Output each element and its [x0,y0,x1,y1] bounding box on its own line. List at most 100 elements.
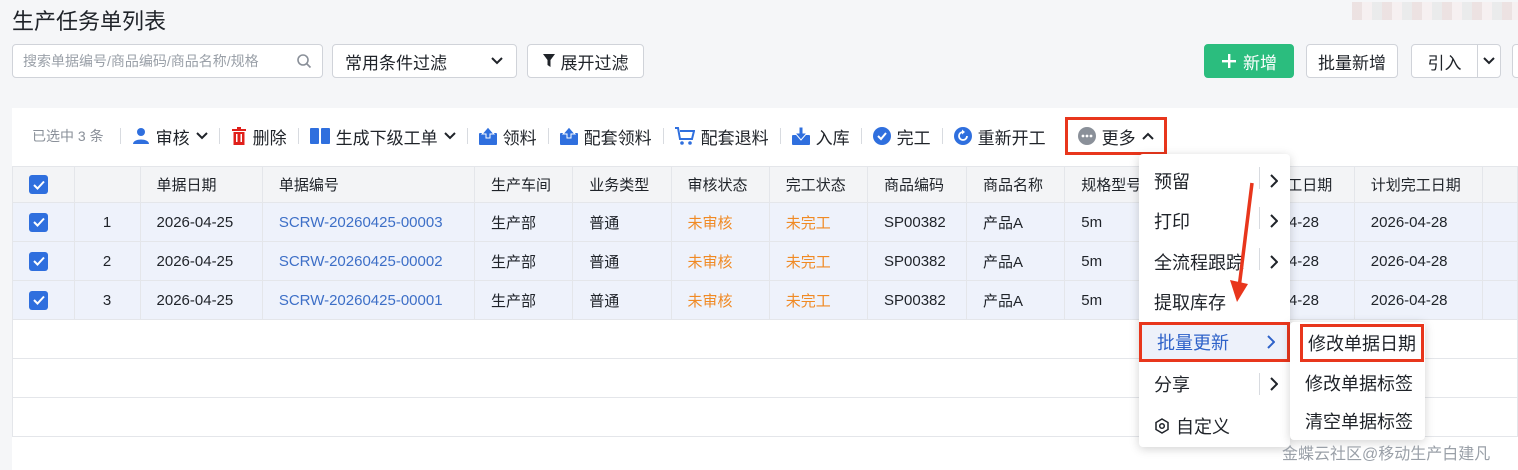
cell-date: 2026-04-25 [139,202,263,242]
import-button[interactable]: 引入 [1411,44,1478,78]
menu-item-print[interactable]: 打印 [1139,201,1290,241]
cell-workshop: 生产部 [473,241,574,281]
delete-label: 删除 [252,128,287,148]
menu-item-trace[interactable]: 全流程跟踪 [1139,242,1290,282]
column-header[interactable]: 单据编号 [261,166,476,203]
menu-item-share[interactable]: 分享 [1139,364,1290,404]
trash-icon [231,127,247,145]
cell-code-link[interactable]: SCRW-20260425-00001 [261,280,476,320]
batch-toolbar: 已选中 3 条 审核 删除 生成下级工单 领料 配套领料 配套退料 入库 完工 … [12,117,1518,155]
column-header[interactable]: 生产车间 [473,166,574,203]
column-header[interactable]: 计划完工日期 [1353,166,1484,203]
cell-audit-status: 未审核 [670,280,770,320]
cell-code-link[interactable]: SCRW-20260425-00002 [261,241,476,281]
import-dropdown-button[interactable] [1477,44,1501,78]
cell-biz-type: 普通 [572,280,672,320]
cell-name: 产品A [966,202,1066,242]
expand-filter-label: 展开过滤 [560,53,629,73]
annotation-arrow-icon [1230,182,1254,302]
preset-filter-select[interactable]: 常用条件过滤 [332,44,517,78]
more-button[interactable]: 更多 [1064,117,1167,155]
add-button[interactable]: 新增 [1204,44,1294,78]
cell-end: 2026-04-28 [1353,202,1484,242]
row-checkbox[interactable] [29,290,48,310]
menu-item-extract-stock[interactable]: 提取库存 [1139,282,1290,322]
table-row[interactable]: 1 2026-04-25 SCRW-20260425-00003 生产部 普通 … [12,202,1518,242]
selected-count: 已选中 3 条 [32,128,104,144]
complete-button[interactable]: 完工 [862,121,942,151]
cell-end: 2026-04-28 [1353,280,1484,320]
batch-add-button[interactable]: 批量新增 [1306,44,1398,78]
ellipsis-circle-icon [1077,127,1096,145]
row-checkbox[interactable] [29,251,48,271]
column-header[interactable]: 商品编码 [866,166,968,203]
chevron-right-icon [1270,377,1278,391]
select-all-checkbox[interactable] [29,175,48,194]
menu-item-customize[interactable]: 自定义 [1139,406,1290,446]
table-row[interactable]: 2 2026-04-25 SCRW-20260425-00002 生产部 普通 … [12,241,1518,281]
download-box-icon [791,127,810,145]
row-checkbox[interactable] [29,212,48,232]
cell-done-status: 未完工 [768,241,869,281]
restart-button[interactable]: 重新开工 [943,121,1057,151]
cell-date: 2026-04-25 [139,280,263,320]
cell-done-status: 未完工 [768,202,869,242]
generate-workorder-button[interactable]: 生成下级工单 [299,121,467,151]
blurred-user-info [1352,2,1518,20]
audit-button[interactable]: 审核 [121,121,219,151]
delete-button[interactable]: 删除 [220,121,298,151]
submenu-item-edit-tag[interactable]: 修改单据标签 [1290,364,1425,402]
kit-pick-button[interactable]: 配套领料 [549,121,663,151]
select-all-cell [12,166,75,203]
cell-name: 产品A [966,280,1066,320]
column-header[interactable]: 单据日期 [139,166,263,203]
kit-pick-label: 配套领料 [583,128,652,148]
overflow-button[interactable] [1512,44,1518,78]
menu-item-label: 提取库存 [1154,293,1226,313]
user-icon [132,127,150,145]
column-header[interactable]: 审核状态 [670,166,770,203]
stock-in-label: 入库 [815,128,850,148]
page-title: 生产任务单列表 [12,9,167,34]
search-input[interactable]: 搜索单据编号/商品编码/商品名称/规格 [12,44,323,78]
cell-workshop: 生产部 [473,202,574,242]
chevron-right-icon [1270,174,1278,188]
index-header [73,166,141,203]
menu-item-label: 分享 [1154,375,1190,395]
cell-biz-type: 普通 [572,202,672,242]
menu-item-label: 自定义 [1176,417,1230,437]
chevron-down-icon [490,56,504,66]
batch-update-submenu: 修改单据日期 修改单据标签 清空单据标签 [1290,322,1425,440]
generate-label: 生成下级工单 [335,128,438,148]
check-circle-icon [872,127,891,145]
more-dropdown-menu: 预留 打印 全流程跟踪 提取库存 批量更新 分享 自定义 [1139,154,1290,447]
submenu-item-edit-date[interactable]: 修改单据日期 [1300,324,1424,362]
menu-divider [1259,167,1260,189]
complete-label: 完工 [896,128,931,148]
upload-box-icon [559,127,578,145]
cell-name: 产品A [966,241,1066,281]
pick-button[interactable]: 领料 [468,121,548,151]
refresh-icon [953,127,972,145]
table-row[interactable]: 3 2026-04-25 SCRW-20260425-00001 生产部 普通 … [12,280,1518,320]
funnel-icon [542,54,555,68]
stock-in-button[interactable]: 入库 [781,121,861,151]
expand-filter-button[interactable]: 展开过滤 [527,44,644,78]
column-header[interactable]: 完工状态 [768,166,869,203]
search-icon[interactable] [296,53,312,69]
column-header[interactable]: 商品名称 [966,166,1066,203]
column-header[interactable]: 业务类型 [572,166,672,203]
pick-label: 领料 [502,128,537,148]
submenu-item-clear-tag[interactable]: 清空单据标签 [1290,402,1425,440]
cell-workshop: 生产部 [473,280,574,320]
menu-item-label: 批量更新 [1157,333,1229,353]
kit-return-button[interactable]: 配套退料 [664,121,780,151]
cell-date: 2026-04-25 [139,241,263,281]
menu-item-reserve[interactable]: 预留 [1139,161,1290,201]
menu-item-batch-update[interactable]: 批量更新 [1139,322,1290,362]
cell-sku: SP00382 [866,202,968,242]
column-header-edge [1482,166,1518,203]
audit-label: 审核 [155,128,190,148]
cell-code-link[interactable]: SCRW-20260425-00003 [261,202,476,242]
cart-icon [674,127,695,145]
